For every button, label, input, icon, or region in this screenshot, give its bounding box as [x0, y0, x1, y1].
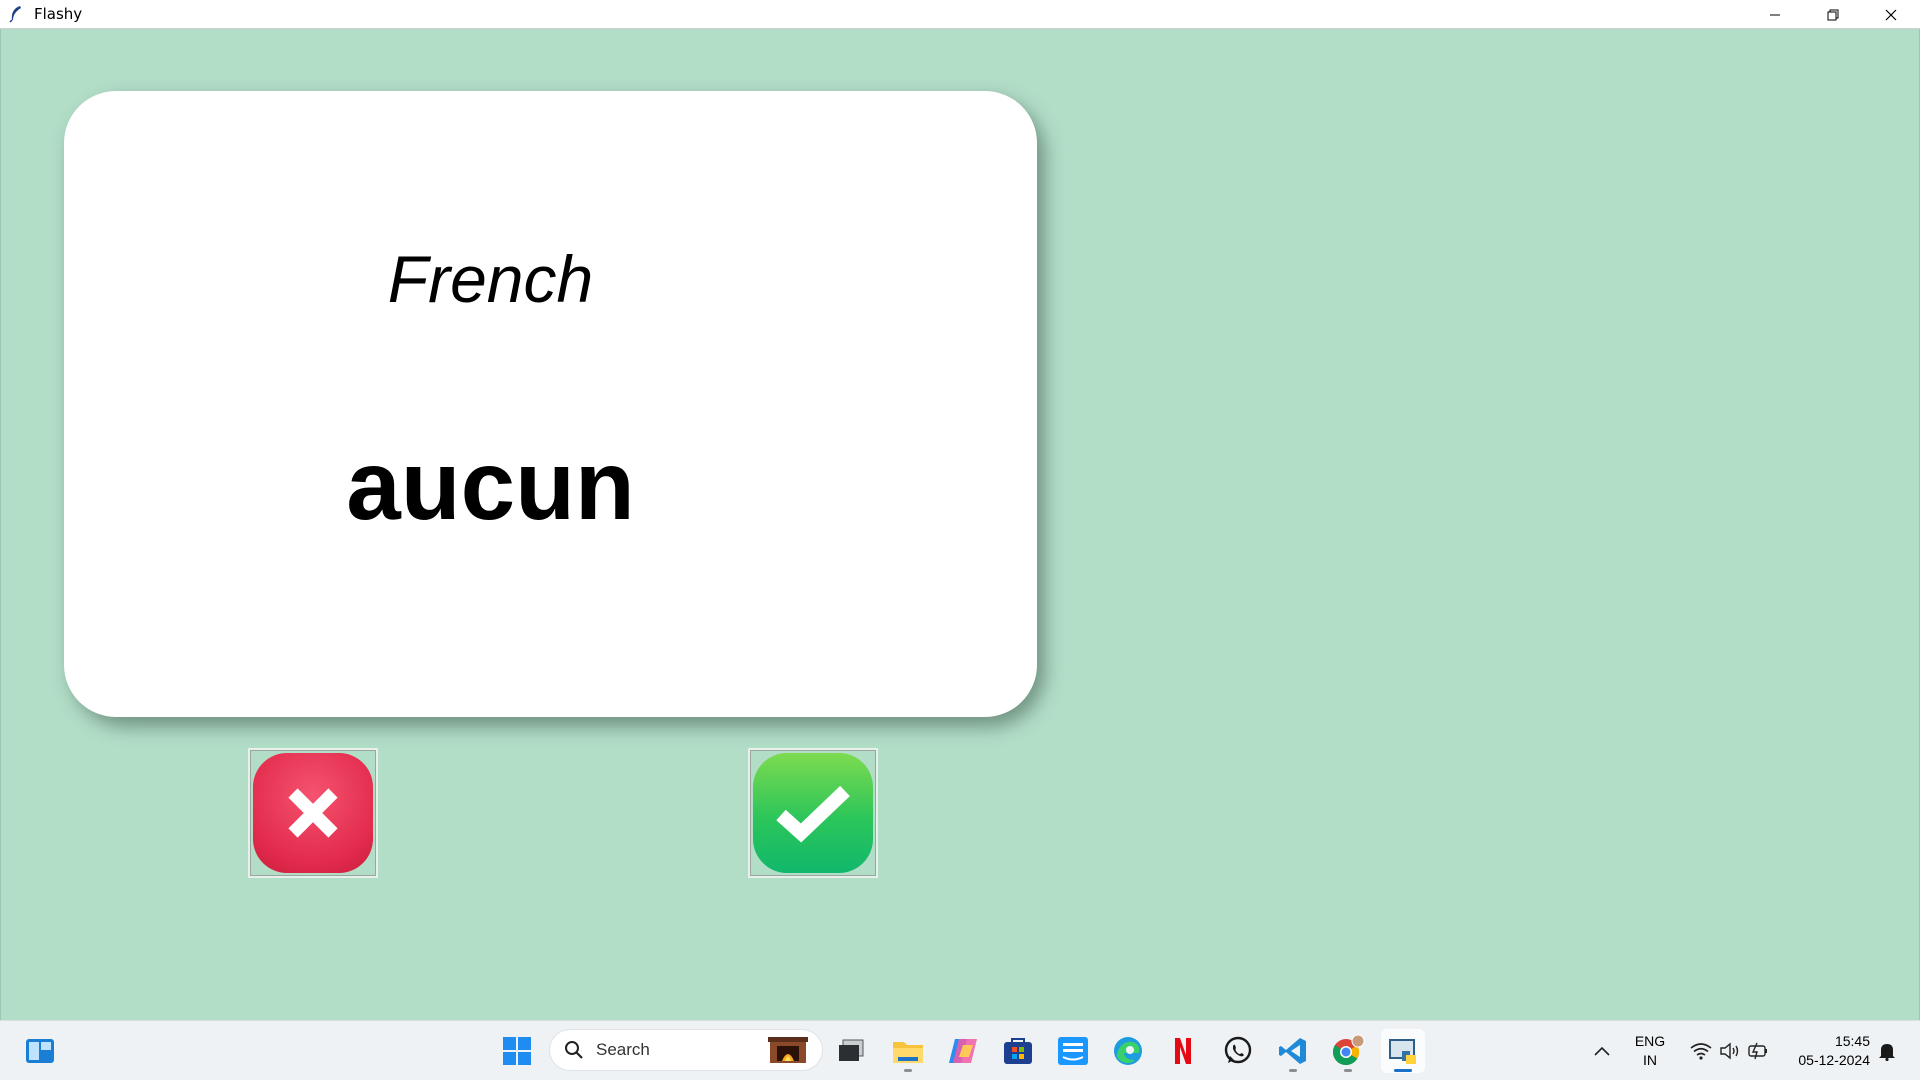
whatsapp-button[interactable]	[1216, 1029, 1260, 1073]
fireplace-icon	[768, 1037, 808, 1063]
card-word: aucun	[346, 430, 635, 540]
close-icon	[1885, 9, 1897, 20]
taskbar-search[interactable]: Search	[549, 1029, 823, 1071]
taskview-button[interactable]	[829, 1029, 873, 1073]
restore-button[interactable]	[1804, 0, 1862, 29]
python-app-icon	[1389, 1039, 1416, 1064]
start-button[interactable]	[495, 1029, 539, 1073]
running-indicator	[1344, 1069, 1352, 1072]
edge-button[interactable]	[1106, 1029, 1150, 1073]
windows-logo-icon	[503, 1037, 531, 1065]
search-icon	[565, 1041, 583, 1059]
store-button[interactable]	[996, 1029, 1040, 1073]
quick-settings-button[interactable]	[1684, 1029, 1774, 1073]
edge-icon	[1114, 1037, 1142, 1065]
running-indicator	[1289, 1069, 1297, 1072]
close-button[interactable]	[1862, 0, 1920, 29]
copilot-button[interactable]	[941, 1029, 985, 1073]
language-code: ENG	[1634, 1033, 1666, 1049]
window-title: Flashy	[34, 5, 83, 23]
prime-video-button[interactable]	[1051, 1029, 1095, 1073]
wrong-button[interactable]	[248, 748, 378, 878]
app-canvas: French aucun	[0, 29, 1920, 1020]
input-language[interactable]: ENG IN	[1625, 1032, 1675, 1070]
flash-card: French aucun	[64, 91, 1037, 717]
wifi-icon	[1690, 1043, 1712, 1060]
clock[interactable]: 15:45 05-12-2024	[1784, 1032, 1870, 1070]
window-titlebar: Flashy	[0, 0, 1920, 29]
feather-icon	[9, 6, 21, 23]
active-indicator	[1394, 1069, 1412, 1072]
netflix-button[interactable]	[1161, 1029, 1205, 1073]
taskview-icon	[839, 1039, 864, 1061]
card-language-label: French	[387, 242, 594, 316]
file-explorer-button[interactable]	[886, 1029, 930, 1073]
minimize-icon	[1770, 14, 1780, 15]
copilot-icon	[949, 1039, 977, 1063]
checkmark-icon	[776, 785, 850, 843]
notifications-button[interactable]	[1872, 1029, 1902, 1073]
widgets-icon	[26, 1039, 54, 1063]
battery-icon	[1748, 1042, 1767, 1060]
region-code: IN	[1643, 1052, 1657, 1068]
right-tile	[753, 753, 873, 873]
whatsapp-icon	[1224, 1036, 1252, 1064]
chrome-button[interactable]	[1326, 1029, 1370, 1073]
chrome-icon	[1332, 1034, 1365, 1066]
volume-icon	[1720, 1042, 1739, 1060]
cross-icon	[288, 788, 338, 838]
vscode-icon	[1279, 1038, 1306, 1064]
taskbar: Search ENG IN 15:45 05-12-2024	[0, 1020, 1920, 1080]
netflix-icon	[1175, 1038, 1191, 1064]
chevron-up-icon	[1594, 1046, 1610, 1056]
wrong-tile	[253, 753, 373, 873]
prime-video-icon	[1058, 1037, 1088, 1065]
restore-icon	[1827, 9, 1839, 20]
flashy-app-button[interactable]	[1381, 1029, 1425, 1073]
minimize-button[interactable]	[1746, 0, 1804, 29]
running-indicator	[904, 1069, 912, 1072]
clock-time: 15:45	[1834, 1033, 1870, 1049]
show-hidden-icons-button[interactable]	[1580, 1029, 1624, 1073]
vscode-button[interactable]	[1271, 1029, 1315, 1073]
bell-icon	[1879, 1044, 1895, 1061]
search-placeholder: Search	[596, 1040, 650, 1059]
folder-icon	[893, 1042, 923, 1063]
clock-date: 05-12-2024	[1798, 1052, 1870, 1068]
store-icon	[1004, 1038, 1032, 1064]
widgets-button[interactable]	[18, 1029, 62, 1073]
right-button[interactable]	[748, 748, 878, 878]
